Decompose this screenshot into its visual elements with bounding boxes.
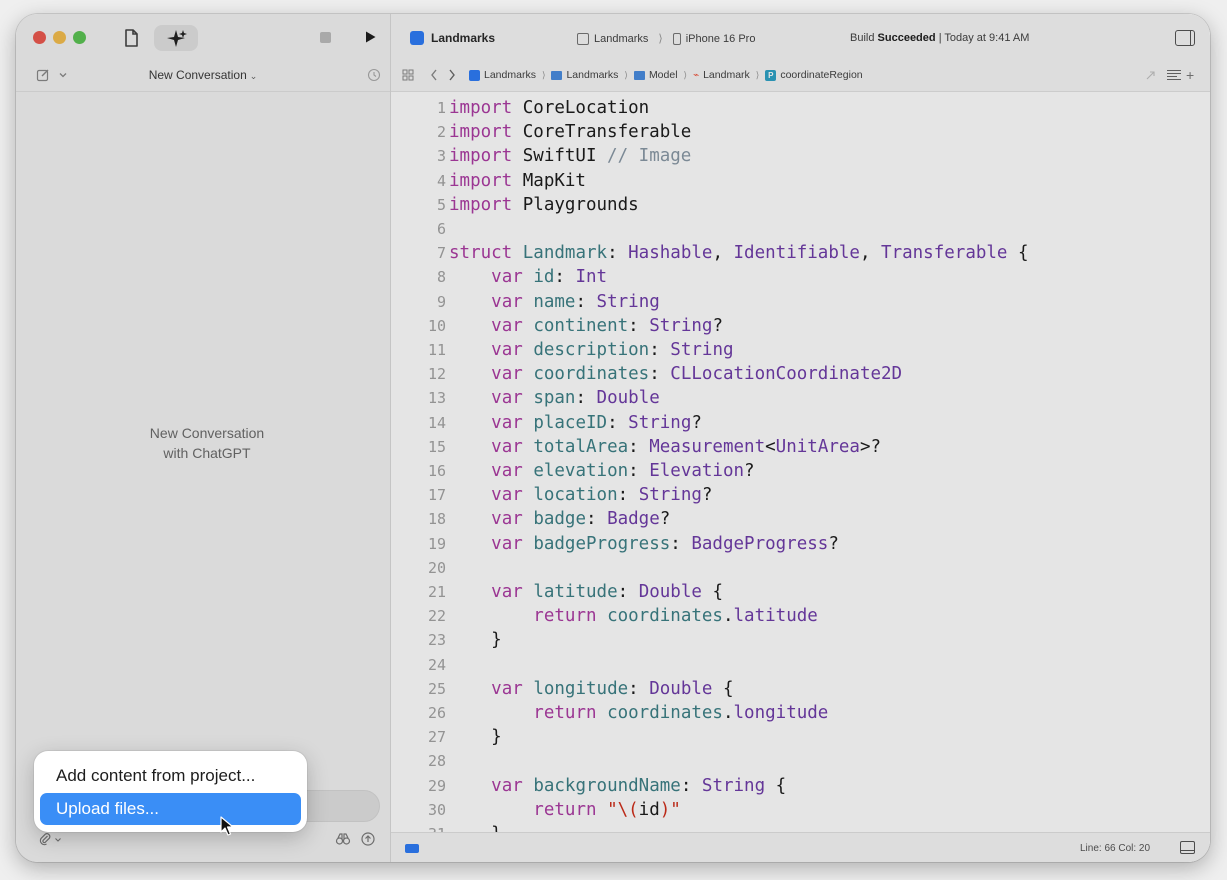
mouse-pointer-icon [220, 816, 234, 836]
modal-dim-overlay [16, 14, 1210, 862]
menu-item-add-content-from-project[interactable]: Add content from project... [40, 760, 301, 792]
attachment-menu: Add content from project... Upload files… [34, 751, 307, 832]
menu-item-upload-files[interactable]: Upload files... [40, 793, 301, 825]
xcode-window: New Conversation ⌄ New Conversation with … [16, 14, 1210, 862]
